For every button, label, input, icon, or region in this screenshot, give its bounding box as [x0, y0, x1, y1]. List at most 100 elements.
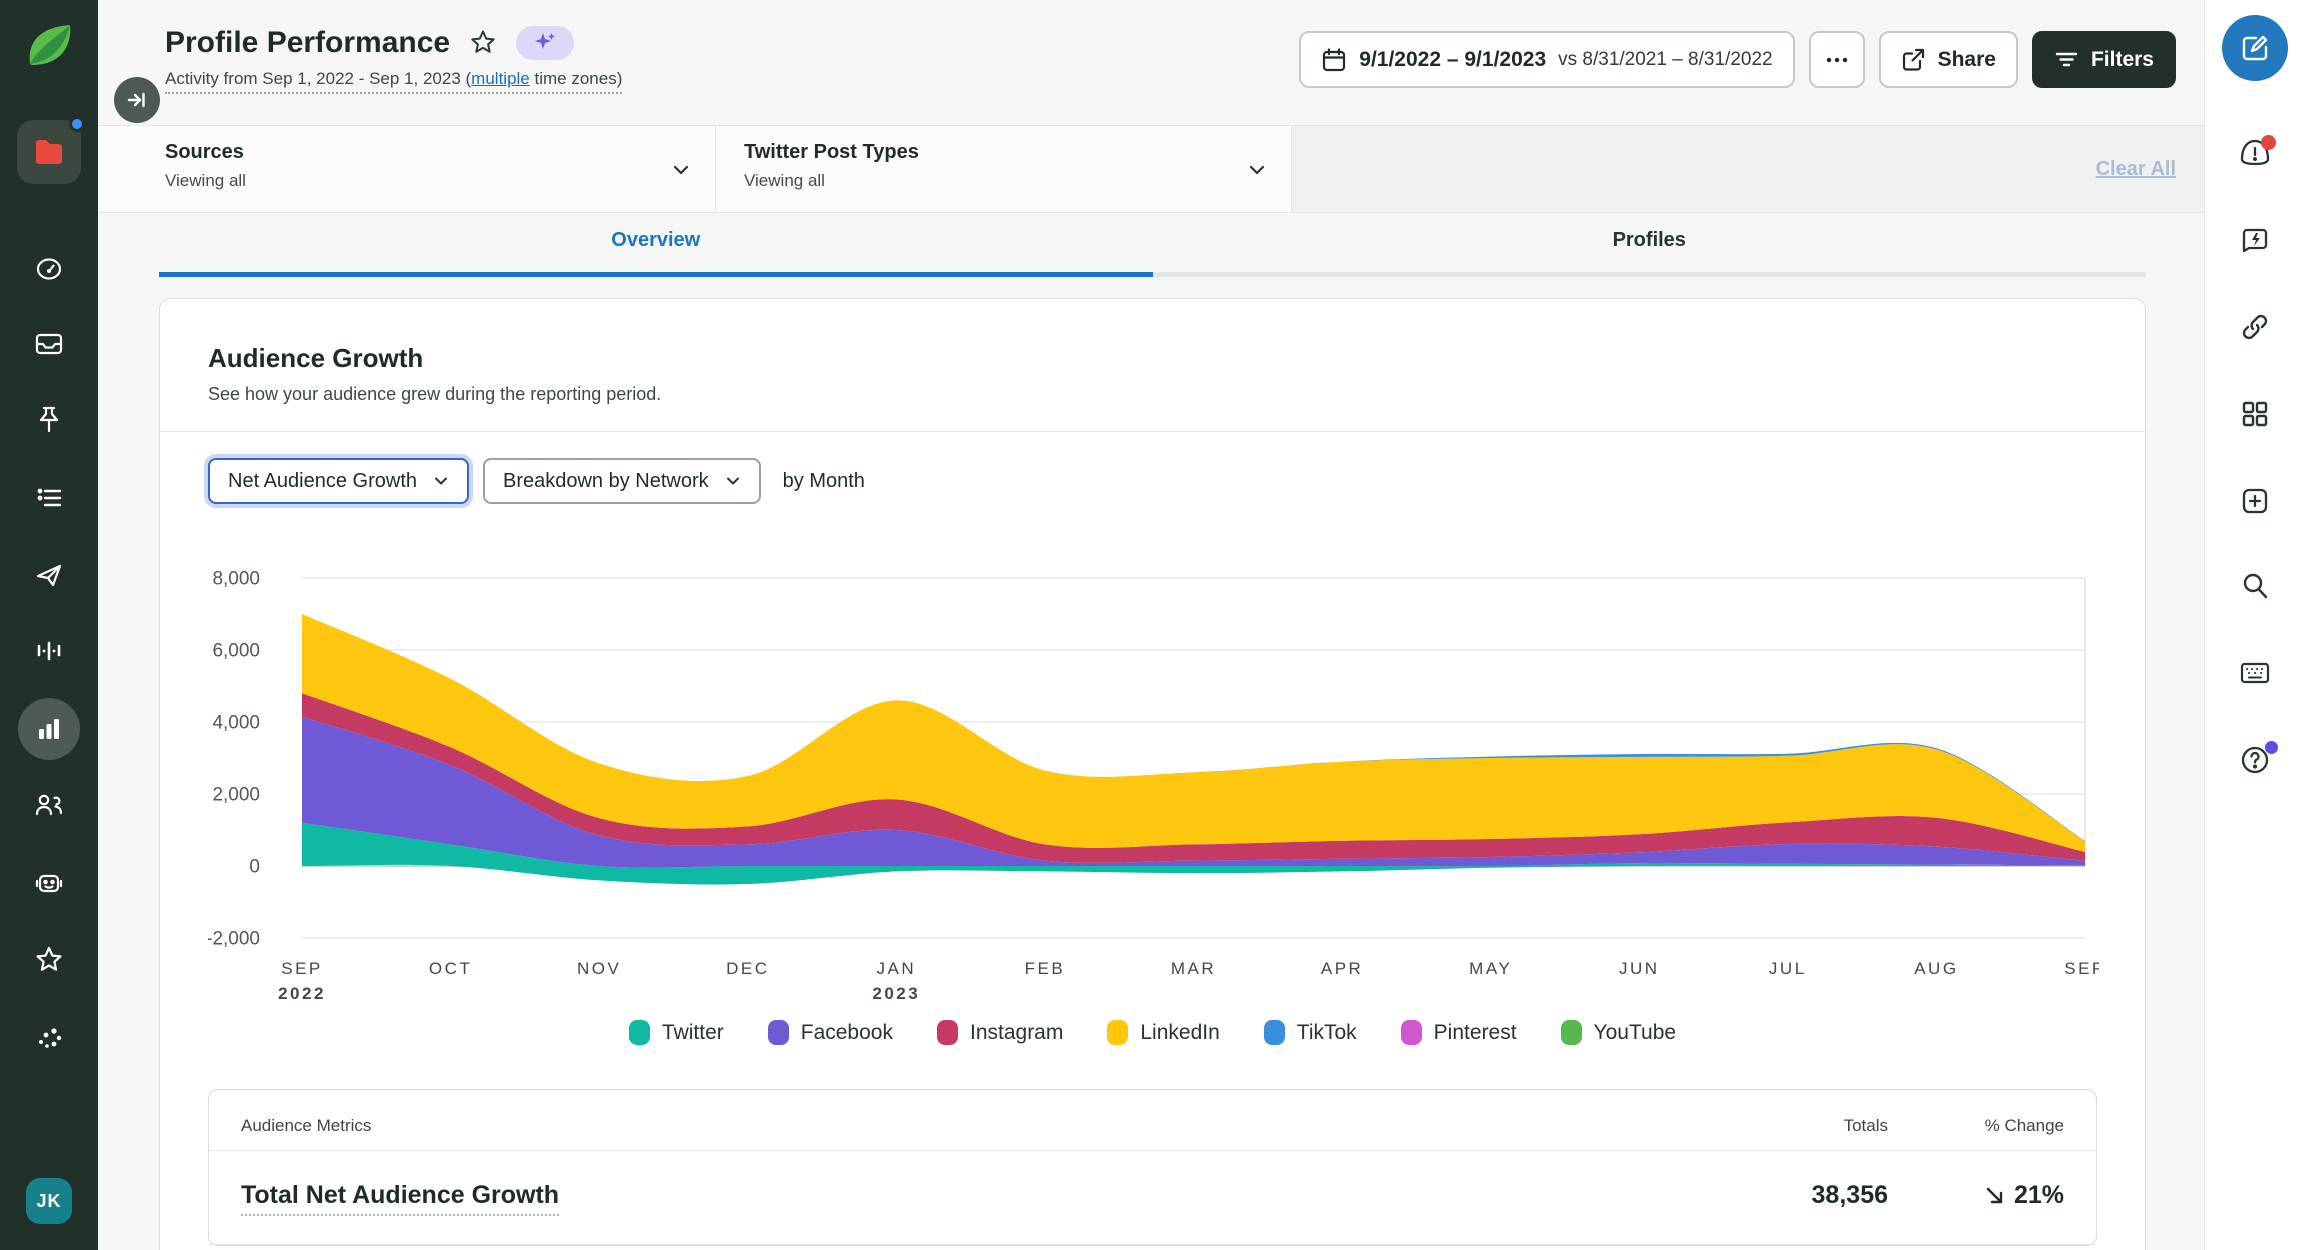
notification-dot	[69, 116, 85, 132]
user-avatar[interactable]: JK	[26, 1178, 72, 1224]
sidebar-item-listening[interactable]	[32, 634, 66, 668]
search-icon	[2243, 573, 2267, 599]
help-button[interactable]	[2238, 741, 2278, 777]
sidebar-item-reports[interactable]	[18, 698, 80, 760]
date-range-button[interactable]: 9/1/2022 – 9/1/2023 vs 8/31/2021 – 8/31/…	[1299, 31, 1795, 88]
paper-plane-icon	[36, 564, 62, 587]
metric-name[interactable]: Total Net Audience Growth	[241, 1181, 560, 1216]
workspace-folder[interactable]	[17, 116, 85, 184]
inbox-icon	[35, 333, 63, 355]
filter-bar-spacer: Clear All	[1292, 126, 2204, 212]
dashboard-gauge-icon	[36, 258, 62, 280]
message-lightning-icon	[2242, 228, 2267, 253]
legend-label: YouTube	[1593, 1020, 1677, 1044]
legend-label: Pinterest	[1433, 1020, 1517, 1044]
collapse-panel-button[interactable]	[114, 77, 160, 123]
change-column-header: % Change	[1984, 1116, 2064, 1135]
link-icon	[2242, 314, 2267, 340]
sources-filter[interactable]: Sources Viewing all	[98, 126, 716, 212]
tab-profiles[interactable]: Profiles	[1153, 213, 2147, 277]
more-options-button[interactable]	[1808, 31, 1865, 88]
ellipsis-icon	[1826, 57, 1847, 62]
share-button[interactable]: Share	[1878, 31, 2018, 88]
sidebar-item-tasks[interactable]	[32, 481, 66, 515]
sidebar-item-inbox[interactable]	[32, 327, 66, 361]
clear-all-button[interactable]: Clear All	[2096, 158, 2176, 181]
sidebar-item-publishing[interactable]	[32, 558, 66, 592]
metric-select[interactable]: Net Audience Growth	[208, 458, 469, 504]
filters-button[interactable]: Filters	[2031, 31, 2176, 88]
audience-metrics-table: Audience Metrics Totals % Change Total N…	[208, 1089, 2097, 1246]
quick-message-button[interactable]	[2238, 224, 2272, 258]
shortcuts-button[interactable]	[2238, 656, 2272, 690]
audience-growth-chart[interactable]: 8,000 6,000 4,000 2,000 0 -2,000 SEP 2022 OCT NOV…	[208, 550, 2099, 1018]
section-description: See how your audience grew during the re…	[208, 384, 662, 404]
svg-text:6,000: 6,000	[212, 641, 260, 662]
svg-text:NOV: NOV	[577, 959, 621, 978]
alerts-button[interactable]	[2238, 135, 2276, 171]
grid-icon	[2242, 401, 2267, 427]
favorite-star-icon[interactable]	[468, 28, 498, 58]
totals-column-header: Totals	[1843, 1116, 1888, 1135]
legend-swatch	[1560, 1020, 1582, 1045]
tab-overview[interactable]: Overview	[159, 213, 1153, 277]
plus-square-icon	[2242, 488, 2267, 514]
add-button[interactable]	[2238, 484, 2272, 518]
svg-text:8,000: 8,000	[212, 569, 260, 590]
svg-text:MAY: MAY	[1469, 959, 1512, 978]
legend-item[interactable]: YouTube	[1560, 1020, 1677, 1045]
sidebar-item-automation[interactable]	[32, 866, 66, 900]
legend-swatch	[628, 1020, 650, 1045]
keyboard-icon	[2240, 662, 2269, 684]
tab-active-indicator	[159, 272, 1153, 277]
legend-item[interactable]: TikTok	[1263, 1020, 1357, 1045]
post-types-filter-value: Viewing all	[744, 171, 825, 190]
svg-text:MAR: MAR	[1171, 959, 1216, 978]
timezones-link[interactable]: multiple	[471, 69, 530, 88]
legend-swatch	[1263, 1020, 1285, 1045]
report-tabs: Overview Profiles	[159, 213, 2146, 277]
report-subtitle: Activity from Sep 1, 2022 - Sep 1, 2023 …	[165, 69, 623, 94]
svg-text:4,000: 4,000	[212, 713, 260, 734]
link-button[interactable]	[2238, 310, 2272, 344]
compose-button[interactable]	[2221, 15, 2288, 81]
filter-bar: Sources Viewing all Twitter Post Types V…	[98, 125, 2204, 213]
audience-growth-card: Audience Growth See how your audience gr…	[159, 298, 2146, 1250]
legend-label: Twitter	[661, 1020, 724, 1044]
legend-item[interactable]: Twitter	[628, 1020, 724, 1045]
sidebar-item-people[interactable]	[32, 788, 66, 822]
people-icon	[35, 794, 63, 816]
compose-pencil-icon	[2242, 35, 2267, 61]
legend-item[interactable]: Pinterest	[1400, 1020, 1517, 1045]
sprout-leaf-logo-icon[interactable]	[20, 18, 78, 76]
section-title: Audience Growth	[208, 343, 424, 373]
pin-icon	[39, 406, 59, 433]
post-types-filter[interactable]: Twitter Post Types Viewing all	[716, 126, 1292, 212]
sidebar-item-pinned[interactable]	[32, 403, 66, 437]
apps-grid-button[interactable]	[2238, 397, 2272, 431]
legend-item[interactable]: Instagram	[936, 1020, 1063, 1045]
svg-text:0: 0	[249, 857, 260, 878]
sidebar-item-integrations[interactable]	[32, 1020, 66, 1054]
svg-text:JUN: JUN	[1619, 959, 1660, 978]
legend-label: TikTok	[1296, 1020, 1357, 1044]
svg-text:2022: 2022	[278, 984, 326, 1003]
tasks-list-icon	[37, 488, 62, 507]
search-button[interactable]	[2238, 569, 2272, 603]
sidebar-item-reviews[interactable]	[32, 943, 66, 977]
svg-text:JAN: JAN	[876, 959, 916, 978]
svg-text:SEP: SEP	[2064, 959, 2099, 978]
svg-text:2023: 2023	[872, 984, 920, 1003]
alert-notification-dot	[2260, 135, 2276, 150]
legend-item[interactable]: LinkedIn	[1107, 1020, 1220, 1045]
waveform-icon	[37, 641, 61, 661]
collapse-panel-icon	[127, 92, 145, 108]
chevron-down-icon	[435, 477, 447, 485]
sparkles-badge-icon[interactable]	[516, 26, 575, 60]
sidebar-item-dashboard[interactable]	[32, 252, 66, 286]
calendar-icon	[1323, 47, 1346, 71]
legend-item[interactable]: Facebook	[767, 1020, 893, 1045]
help-notification-dot	[2264, 741, 2278, 754]
breakdown-select[interactable]: Breakdown by Network	[483, 458, 761, 504]
svg-text:AUG: AUG	[1914, 959, 1958, 978]
